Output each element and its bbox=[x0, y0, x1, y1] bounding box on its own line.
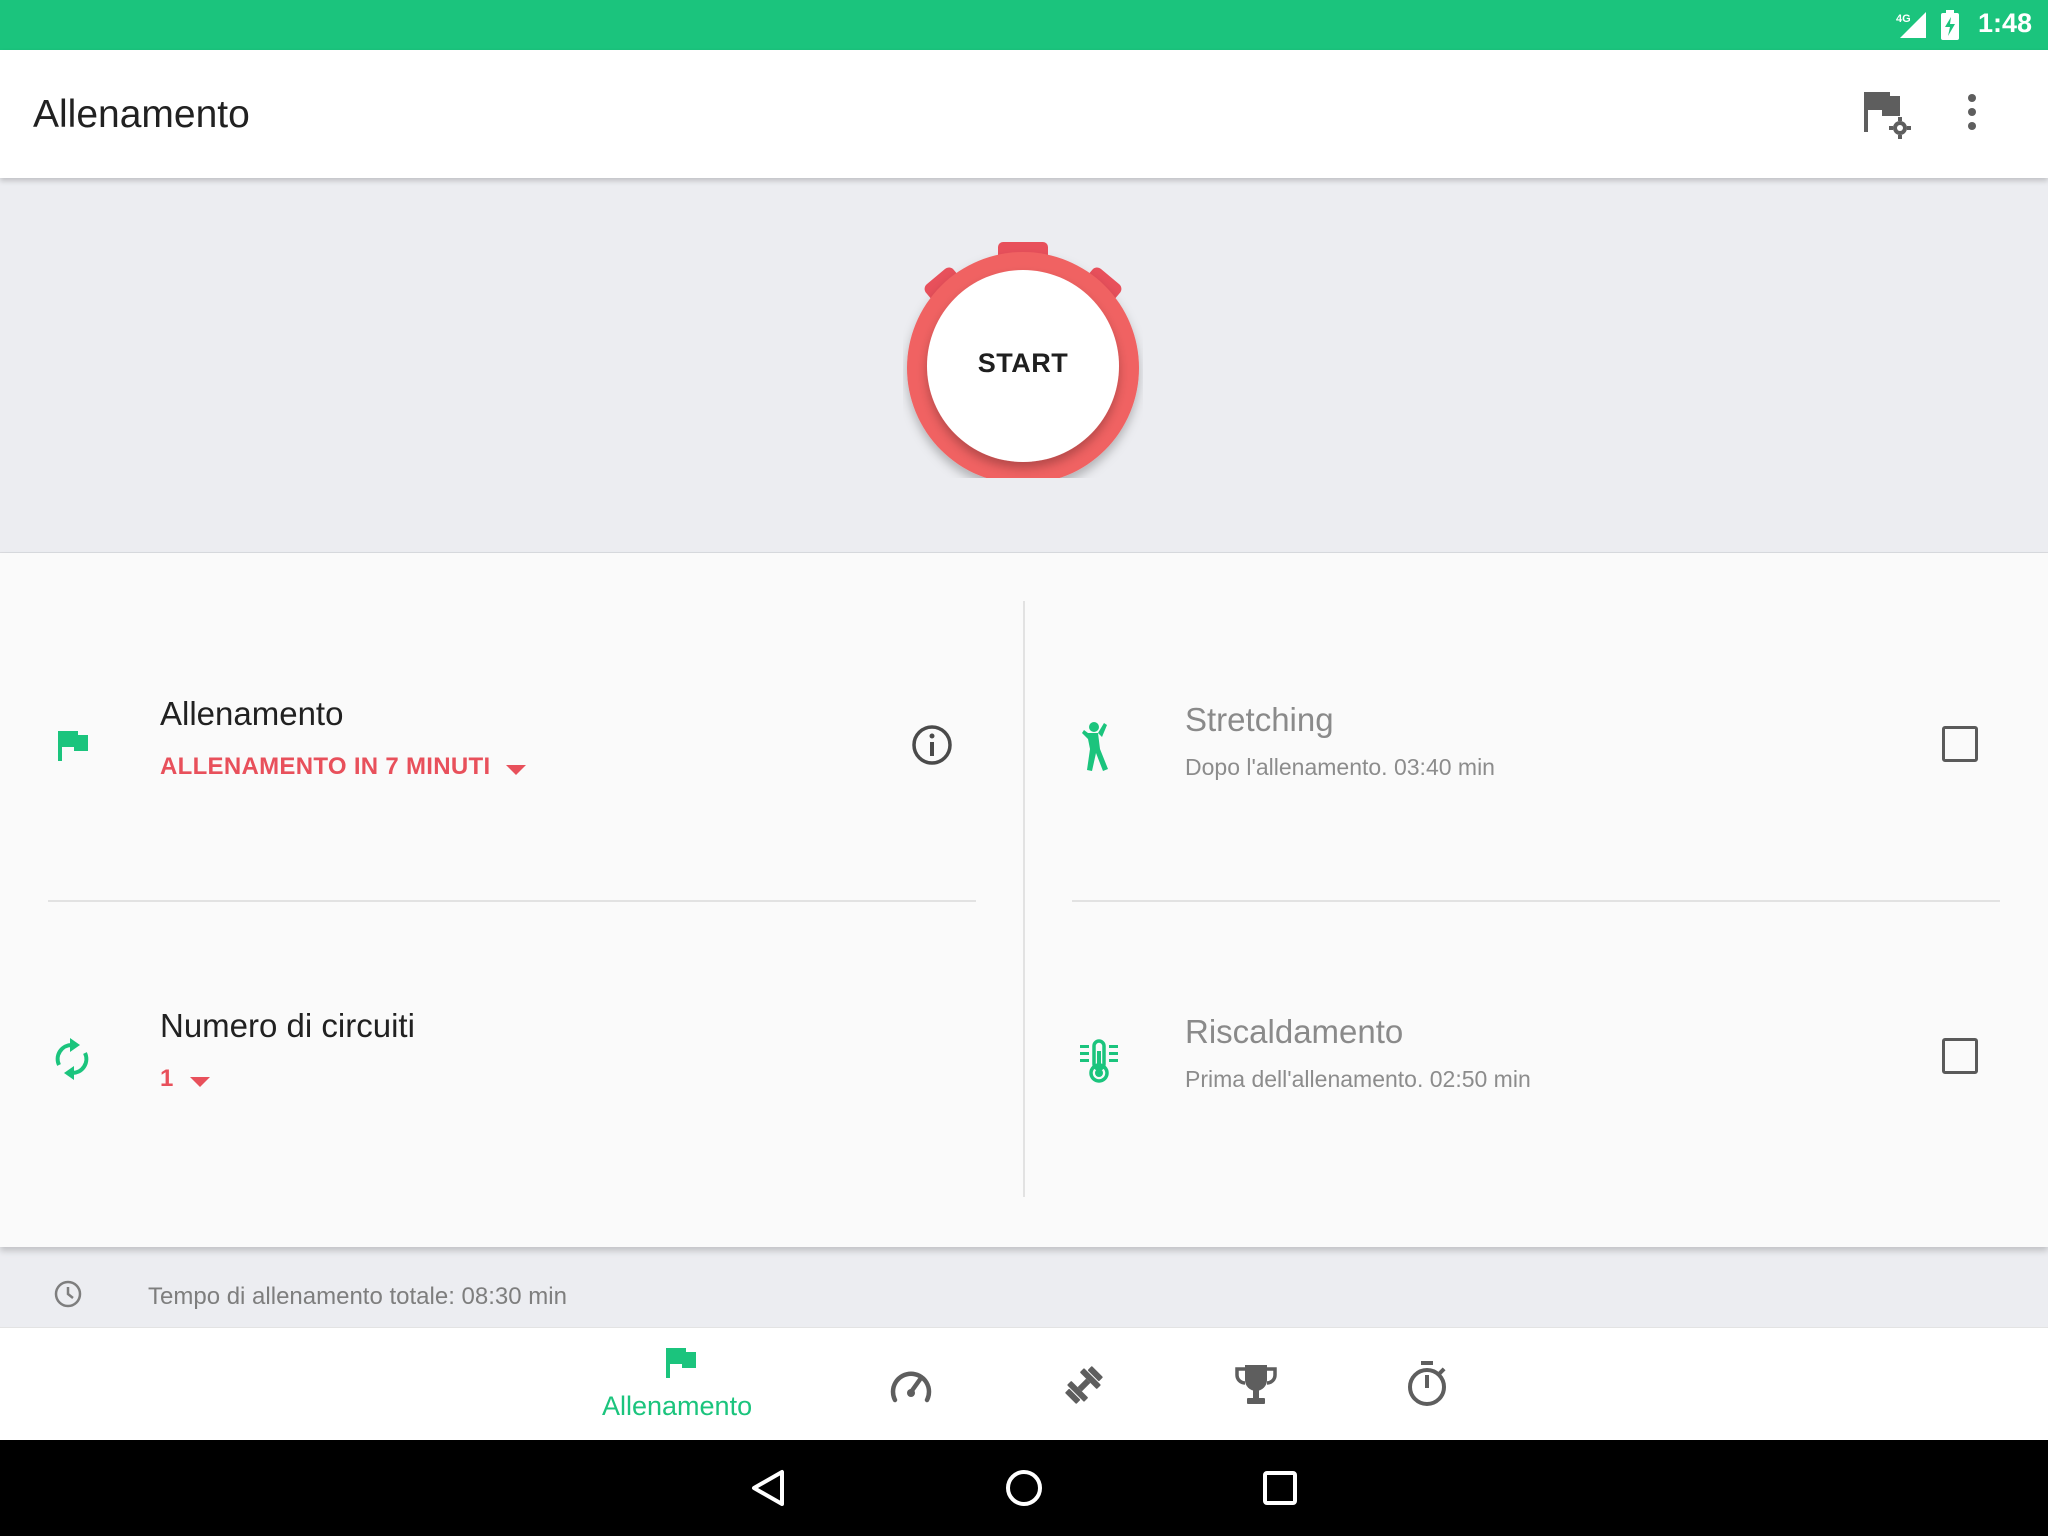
stopwatch-icon[interactable] bbox=[1406, 1360, 1448, 1408]
page-title: Allenamento bbox=[33, 93, 250, 136]
thermometer-icon bbox=[1080, 1039, 1118, 1083]
more-options-icon[interactable] bbox=[1964, 92, 1980, 132]
workout-type-value: ALLENAMENTO IN 7 MINUTI bbox=[160, 753, 491, 780]
total-time-text: Tempo di allenamento totale: 08:30 min bbox=[148, 1283, 567, 1310]
clock-icon bbox=[54, 1280, 82, 1308]
circuits-dropdown[interactable]: 1 bbox=[160, 1065, 210, 1093]
circuits-row[interactable]: Numero di circuiti 1 bbox=[0, 913, 1000, 1153]
dropdown-arrow-icon bbox=[189, 1076, 210, 1087]
home-icon[interactable] bbox=[1004, 1468, 1044, 1508]
warmup-checkbox[interactable] bbox=[1942, 1038, 1978, 1074]
stretching-title: Stretching bbox=[1185, 701, 1334, 738]
bottom-navigation: Allenamento bbox=[0, 1327, 2048, 1441]
status-time: 1:48 bbox=[1977, 8, 2032, 38]
stretching-icon bbox=[1082, 722, 1108, 771]
workout-type-dropdown[interactable]: ALLENAMENTO IN 7 MINUTI bbox=[160, 753, 527, 781]
stretching-checkbox[interactable] bbox=[1942, 726, 1978, 762]
start-label: START bbox=[977, 348, 1069, 378]
back-icon[interactable] bbox=[750, 1468, 786, 1508]
warmup-subtitle: Prima dell'allenamento. 02:50 min bbox=[1185, 1066, 1531, 1092]
warmup-title: Riscaldamento bbox=[1185, 1013, 1404, 1050]
repeat-icon bbox=[55, 1038, 89, 1080]
workout-type-row[interactable]: Allenamento ALLENAMENTO IN 7 MINUTI bbox=[0, 601, 1000, 841]
start-button[interactable]: START bbox=[903, 238, 1143, 478]
total-time-strip: Tempo di allenamento totale: 08:30 min bbox=[0, 1253, 2048, 1327]
row-divider bbox=[48, 900, 976, 902]
speedometer-icon[interactable] bbox=[889, 1366, 933, 1406]
warmup-row[interactable]: Riscaldamento Prima dell'allenamento. 02… bbox=[1048, 913, 2048, 1153]
workout-settings-panel: Allenamento ALLENAMENTO IN 7 MINUTI Nume… bbox=[0, 553, 2048, 1247]
hero: START bbox=[0, 178, 2048, 553]
workout-title: Allenamento bbox=[160, 695, 344, 732]
flag-settings-icon[interactable] bbox=[1860, 88, 1912, 140]
flag-icon bbox=[58, 731, 88, 761]
circuits-title: Numero di circuiti bbox=[160, 1007, 415, 1044]
nav-item-allenamento[interactable] bbox=[600, 1328, 760, 1441]
circuits-value: 1 bbox=[160, 1065, 174, 1092]
stretching-row[interactable]: Stretching Dopo l'allenamento. 03:40 min bbox=[1048, 601, 2048, 841]
svg-text:4G: 4G bbox=[1896, 13, 1911, 25]
flag-icon bbox=[666, 1348, 696, 1378]
system-navigation-bar bbox=[0, 1440, 2048, 1536]
trophy-icon[interactable] bbox=[1234, 1362, 1278, 1406]
dumbbell-icon[interactable] bbox=[1063, 1364, 1105, 1406]
nav-item-allenamento-label: Allenamento bbox=[602, 1391, 753, 1421]
row-divider bbox=[1072, 900, 2000, 902]
stretching-subtitle: Dopo l'allenamento. 03:40 min bbox=[1185, 754, 1495, 780]
signal-4g-icon: 4G bbox=[1896, 12, 1926, 38]
battery-charging-icon bbox=[1941, 10, 1959, 40]
recents-icon[interactable] bbox=[1262, 1470, 1298, 1506]
app-bar: Allenamento bbox=[0, 50, 2048, 178]
info-icon[interactable] bbox=[910, 723, 954, 767]
status-bar: 4G 1:48 bbox=[0, 0, 2048, 50]
dropdown-arrow-icon bbox=[506, 764, 527, 775]
column-divider bbox=[1023, 601, 1025, 1197]
